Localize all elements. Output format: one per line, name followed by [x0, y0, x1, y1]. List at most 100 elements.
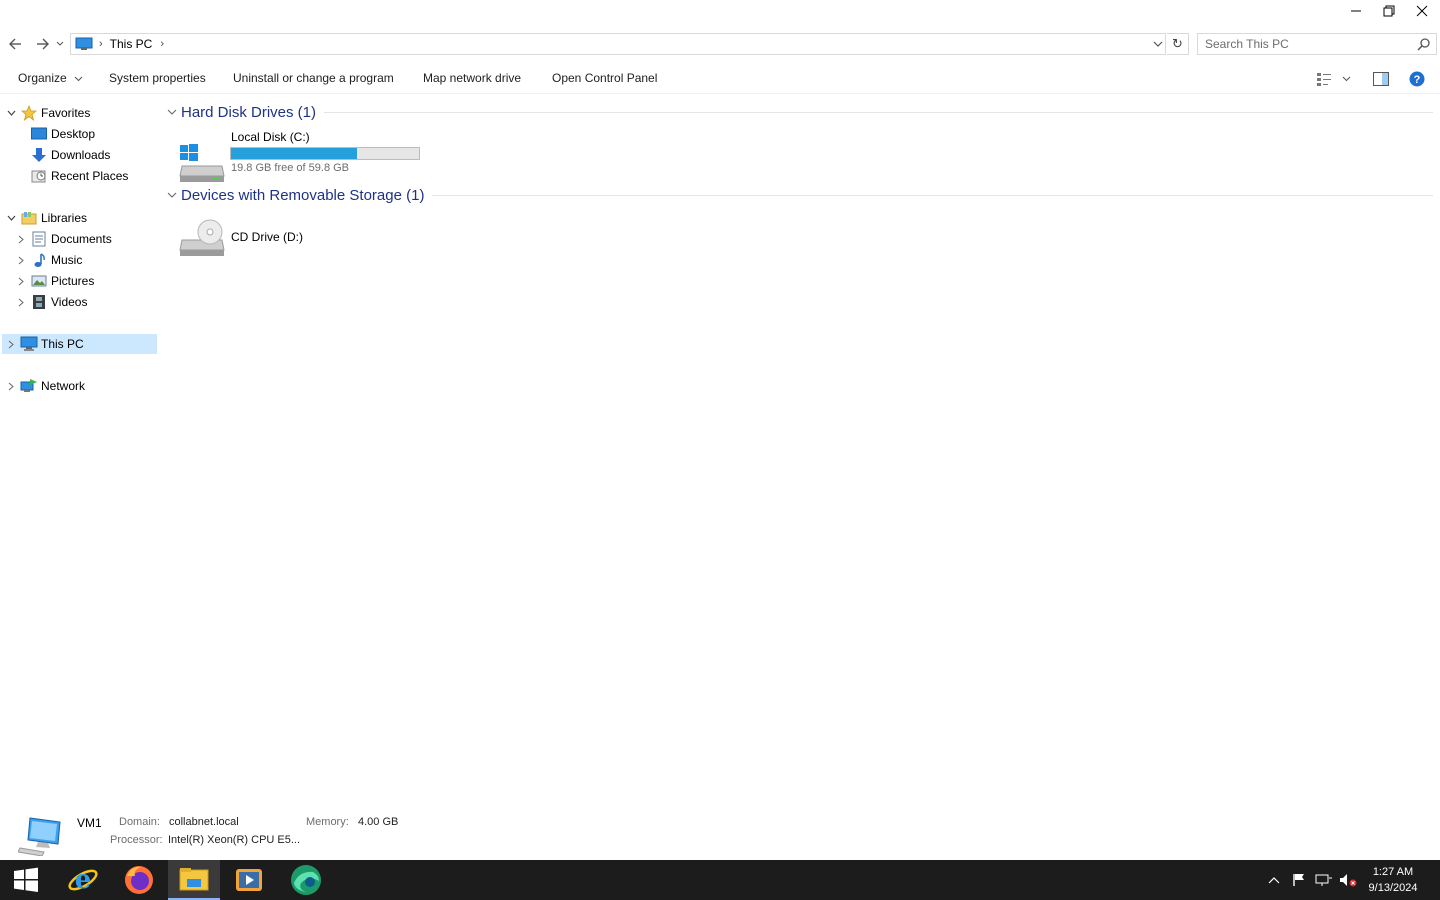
system-clock[interactable]: 1:27 AM 9/13/2024	[1360, 864, 1426, 896]
system-properties-button[interactable]: System properties	[109, 71, 206, 85]
group-header-hard-disk-drives[interactable]: Hard Disk Drives (1)	[165, 101, 1433, 123]
nav-libraries[interactable]: Libraries	[2, 208, 157, 228]
map-network-drive-button[interactable]: Map network drive	[423, 71, 521, 85]
view-options-icon	[1317, 73, 1331, 86]
nav-downloads[interactable]: Downloads	[2, 145, 157, 165]
nav-label: Videos	[51, 295, 88, 309]
taskbar: e 1:27 AM 9/13/2024	[0, 860, 1440, 900]
pictures-icon	[30, 272, 48, 290]
collapsed-chevron-icon[interactable]	[16, 271, 26, 291]
drive-cd-d[interactable]: CD Drive (D:)	[178, 214, 438, 264]
organize-button[interactable]: Organize	[18, 71, 83, 85]
address-bar[interactable]: › This PC ›	[70, 33, 1166, 55]
collapsed-chevron-icon[interactable]	[16, 292, 26, 312]
clock-time: 1:27 AM	[1372, 866, 1414, 878]
svg-text:?: ?	[1414, 74, 1421, 86]
nav-label: This PC	[41, 337, 84, 351]
recent-locations-button[interactable]	[54, 34, 66, 54]
nav-label: Documents	[51, 232, 112, 246]
windows-drive-icon	[179, 144, 225, 182]
nav-recent-places[interactable]: Recent Places	[2, 166, 157, 186]
help-button[interactable]: ?	[1408, 70, 1426, 88]
taskbar-browser[interactable]	[280, 860, 332, 900]
address-history-button[interactable]	[1150, 33, 1166, 55]
expanded-chevron-icon[interactable]	[6, 208, 16, 228]
drive-name: Local Disk (C:)	[231, 130, 310, 144]
network-icon	[20, 377, 38, 395]
drive-name: CD Drive (D:)	[231, 230, 303, 244]
recent-places-icon	[30, 167, 48, 185]
memory-value: 4.00 GB	[358, 816, 399, 828]
start-icon	[14, 867, 38, 892]
breadcrumb-chevron-icon[interactable]: ›	[160, 38, 164, 50]
action-center-button[interactable]	[1289, 860, 1309, 900]
libraries-folder-icon	[20, 209, 38, 227]
nav-pictures[interactable]: Pictures	[2, 271, 157, 291]
nav-network[interactable]: Network	[2, 376, 157, 396]
cd-drive-icon	[179, 219, 225, 256]
download-arrow-icon	[30, 146, 48, 164]
breadcrumb-this-pc[interactable]: This PC	[110, 37, 153, 51]
group-header-removable-storage[interactable]: Devices with Removable Storage (1)	[165, 184, 1433, 206]
browser-globe-icon	[291, 865, 321, 895]
taskbar-internet-explorer[interactable]: e	[57, 860, 109, 900]
back-button[interactable]	[5, 34, 25, 54]
nav-label: Music	[51, 253, 83, 267]
close-icon	[1416, 5, 1428, 17]
open-control-panel-button[interactable]: Open Control Panel	[552, 71, 657, 85]
restore-button[interactable]	[1372, 0, 1406, 22]
drive-free-space: 19.8 GB free of 59.8 GB	[231, 162, 350, 174]
drive-local-disk-c[interactable]: Local Disk (C:) 19.8 GB free of 59.8 GB	[178, 130, 438, 182]
minimize-button[interactable]	[1339, 0, 1373, 22]
details-pane: VM1 Domain: collabnet.local Memory: 4.00…	[0, 808, 1440, 860]
forward-arrow-icon	[37, 38, 49, 50]
refresh-button[interactable]: ↻	[1167, 33, 1189, 55]
nav-music[interactable]: Music	[2, 250, 157, 270]
nav-label: Network	[41, 379, 86, 393]
file-explorer-icon	[179, 868, 209, 891]
taskbar-firefox[interactable]	[113, 860, 165, 900]
preview-pane-button[interactable]	[1372, 70, 1390, 88]
firefox-icon	[125, 866, 153, 894]
search-input[interactable]	[1205, 35, 1415, 53]
chevron-up-icon	[1268, 877, 1280, 884]
network-status-button[interactable]	[1313, 860, 1335, 900]
documents-icon	[30, 230, 48, 248]
expanded-chevron-icon[interactable]	[6, 103, 16, 123]
collapsed-chevron-icon[interactable]	[6, 334, 16, 354]
memory-label: Memory:	[306, 816, 349, 828]
processor-value: Intel(R) Xeon(R) CPU E5...	[168, 834, 301, 846]
this-pc-icon	[20, 335, 38, 353]
collapsed-chevron-icon[interactable]	[16, 229, 26, 249]
search-box[interactable]	[1197, 33, 1437, 55]
chevron-down-icon	[1342, 76, 1351, 82]
change-view-button[interactable]	[1316, 70, 1354, 88]
volume-button[interactable]	[1337, 860, 1359, 900]
drive-usage-bar	[230, 147, 420, 160]
nav-label: Recent Places	[51, 169, 129, 183]
collapsed-chevron-icon[interactable]	[6, 376, 16, 396]
network-status-icon	[1315, 874, 1332, 886]
nav-favorites[interactable]: Favorites	[2, 103, 157, 123]
taskbar-file-explorer[interactable]	[168, 860, 220, 900]
navigation-pane: Favorites Desktop Downloads Recent Place…	[0, 100, 160, 800]
chevron-down-icon[interactable]	[165, 192, 179, 198]
internet-explorer-icon: e	[68, 865, 98, 895]
taskbar-media-player[interactable]	[223, 860, 275, 900]
close-button[interactable]	[1405, 0, 1439, 22]
volume-muted-icon	[1340, 874, 1357, 887]
uninstall-program-button[interactable]: Uninstall or change a program	[233, 71, 394, 85]
forward-button[interactable]	[33, 34, 53, 54]
collapsed-chevron-icon[interactable]	[16, 250, 26, 270]
nav-desktop[interactable]: Desktop	[2, 124, 157, 144]
nav-documents[interactable]: Documents	[2, 229, 157, 249]
drive-usage-fill	[231, 148, 357, 159]
star-icon	[20, 104, 38, 122]
nav-label: Downloads	[51, 148, 111, 162]
show-hidden-icons-button[interactable]	[1264, 860, 1284, 900]
help-icon: ?	[1409, 71, 1425, 87]
chevron-down-icon[interactable]	[165, 109, 179, 115]
nav-this-pc[interactable]: This PC	[2, 334, 157, 354]
nav-videos[interactable]: Videos	[2, 292, 157, 312]
start-button[interactable]	[0, 860, 52, 900]
